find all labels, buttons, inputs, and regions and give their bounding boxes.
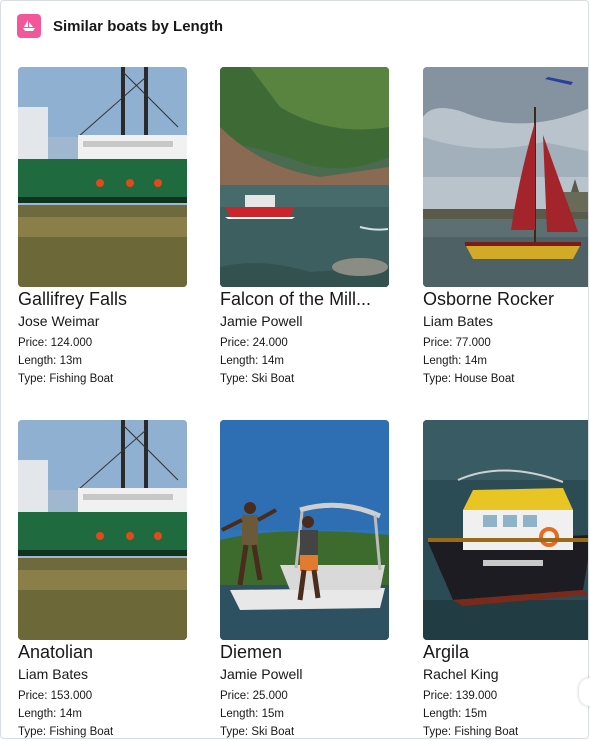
similar-boats-card: Similar boats by Length Gallifrey Falls … bbox=[0, 0, 589, 739]
boat-thumbnail[interactable] bbox=[220, 67, 389, 287]
boat-type: Type: Fishing Boat bbox=[18, 373, 114, 385]
boat-price: Price: 25.000 bbox=[220, 690, 288, 702]
boat-length: Length: 14m bbox=[220, 355, 284, 367]
boat-type: Type: House Boat bbox=[423, 373, 515, 385]
boat-thumbnail[interactable] bbox=[18, 420, 187, 640]
boat-thumbnail[interactable] bbox=[220, 420, 389, 640]
boat-price: Price: 153.000 bbox=[18, 690, 93, 702]
boat-thumbnail[interactable] bbox=[18, 67, 187, 287]
boat-name[interactable]: Anatolian bbox=[18, 642, 188, 663]
boat-length: Length: 15m bbox=[423, 708, 487, 720]
boat-type: Type: Fishing Boat bbox=[423, 726, 519, 738]
boat-length: Length: 13m bbox=[18, 355, 82, 367]
boat-owner: Jose Weimar bbox=[18, 313, 100, 329]
boat-length: Length: 15m bbox=[220, 708, 284, 720]
boat-name[interactable]: Osborne Rocker bbox=[423, 289, 588, 310]
boat-thumbnail[interactable] bbox=[423, 67, 588, 287]
boat-name[interactable]: Gallifrey Falls bbox=[18, 289, 188, 310]
card-title: Similar boats by Length bbox=[53, 17, 224, 35]
boat-price: Price: 24.000 bbox=[220, 337, 288, 349]
boat-length: Length: 14m bbox=[18, 708, 82, 720]
boat-type: Type: Ski Boat bbox=[220, 726, 295, 738]
boat-owner: Jamie Powell bbox=[220, 313, 303, 329]
boat-type: Type: Ski Boat bbox=[220, 373, 295, 385]
boat-name[interactable]: Argila bbox=[423, 642, 588, 663]
scroll-handle[interactable] bbox=[579, 678, 590, 706]
card-header: Similar boats by Length bbox=[17, 13, 223, 39]
boat-owner: Liam Bates bbox=[18, 666, 89, 682]
boat-icon bbox=[17, 14, 41, 38]
boat-price: Price: 124.000 bbox=[18, 337, 93, 349]
boat-price: Price: 139.000 bbox=[423, 690, 498, 702]
boat-name[interactable]: Diemen bbox=[220, 642, 390, 663]
boat-thumbnail[interactable] bbox=[423, 420, 588, 640]
boat-length: Length: 14m bbox=[423, 355, 487, 367]
boat-type: Type: Fishing Boat bbox=[18, 726, 114, 738]
boat-price: Price: 77.000 bbox=[423, 337, 491, 349]
boat-name[interactable]: Falcon of the Mill... bbox=[220, 289, 390, 310]
boat-owner: Jamie Powell bbox=[220, 666, 303, 682]
boat-owner: Liam Bates bbox=[423, 313, 494, 329]
boat-owner: Rachel King bbox=[423, 666, 499, 682]
